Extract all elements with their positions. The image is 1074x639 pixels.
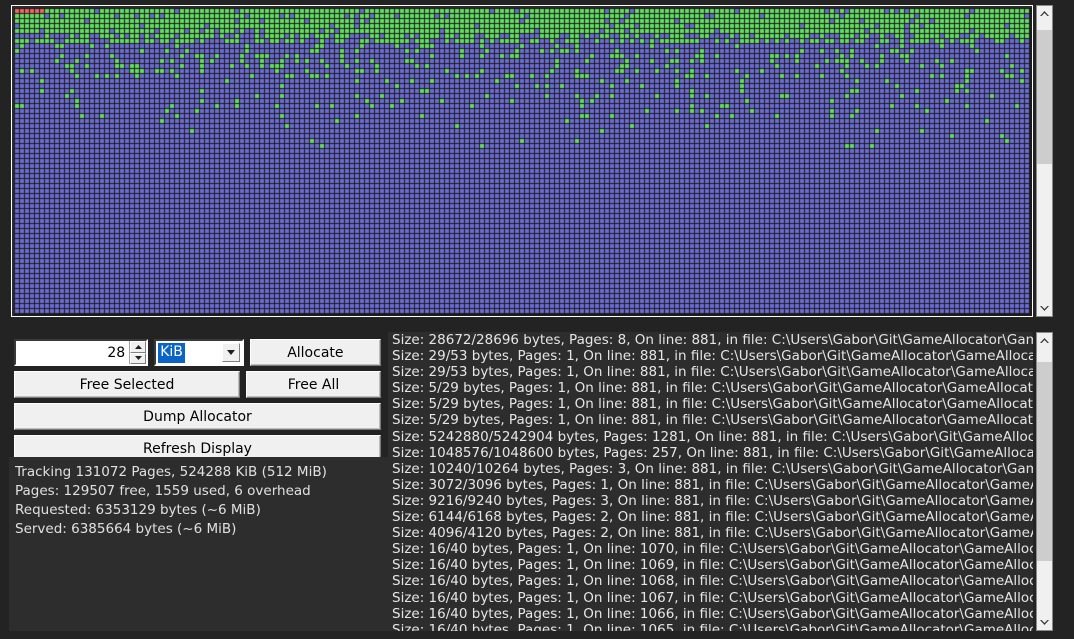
allocation-list-row[interactable]: Size: 29/53 bytes, Pages: 1, On line: 88… — [388, 348, 1033, 364]
free-selected-button[interactable]: Free Selected — [14, 371, 240, 398]
allocation-list-row[interactable]: Size: 6144/6168 bytes, Pages: 2, On line… — [388, 509, 1033, 525]
allocation-list-row[interactable]: Size: 4096/4120 bytes, Pages: 2, On line… — [388, 525, 1033, 541]
stats-requested-line: Requested: 6353129 bytes (~6 MiB) — [15, 502, 261, 518]
allocation-list-row[interactable]: Size: 5/29 bytes, Pages: 1, On line: 881… — [388, 412, 1033, 428]
allocation-list-row[interactable]: Size: 16/40 bytes, Pages: 1, On line: 10… — [388, 590, 1033, 606]
allocation-list-row[interactable]: Size: 16/40 bytes, Pages: 1, On line: 10… — [388, 557, 1033, 573]
allocation-list-row[interactable]: Size: 28672/28696 bytes, Pages: 8, On li… — [388, 332, 1033, 348]
chevron-down-icon[interactable] — [221, 343, 240, 362]
allocation-list-row[interactable]: Size: 5242880/5242904 bytes, Pages: 1281… — [388, 429, 1033, 445]
allocation-list-scroll-thumb[interactable] — [1037, 362, 1052, 561]
memory-map-viewport[interactable] — [14, 8, 1032, 316]
controls-panel: 28 KiB Allocate Free Selected Free All D… — [14, 339, 381, 467]
allocation-list[interactable]: Size: 28672/28696 bytes, Pages: 8, On li… — [388, 332, 1033, 631]
amount-increment-icon[interactable] — [130, 341, 147, 353]
dump-allocator-button[interactable]: Dump Allocator — [14, 403, 381, 430]
allocation-list-row[interactable]: Size: 5/29 bytes, Pages: 1, On line: 881… — [388, 380, 1033, 396]
allocation-list-row[interactable]: Size: 5/29 bytes, Pages: 1, On line: 881… — [388, 396, 1033, 412]
amount-stepper[interactable]: 28 — [14, 339, 149, 366]
free-row: Free Selected Free All — [14, 371, 381, 398]
allocation-list-row[interactable]: Size: 9216/9240 bytes, Pages: 3, On line… — [388, 493, 1033, 509]
stats-served-line: Served: 6385664 bytes (~6 MiB) — [15, 521, 237, 537]
allocation-list-row[interactable]: Size: 16/40 bytes, Pages: 1, On line: 10… — [388, 606, 1033, 622]
dump-row: Dump Allocator — [14, 403, 381, 430]
allocation-list-row[interactable]: Size: 1048576/1048600 bytes, Pages: 257,… — [388, 445, 1033, 461]
allocator-stats-panel: Tracking 131072 Pages, 524288 KiB (512 M… — [9, 457, 390, 631]
stats-pages-line: Pages: 129507 free, 1559 used, 6 overhea… — [15, 483, 311, 499]
app-window: 28 KiB Allocate Free Selected Free All D… — [0, 0, 1074, 639]
memory-map-scrollbar[interactable] — [1036, 5, 1053, 317]
memory-map-panel — [11, 5, 1033, 317]
allocation-list-scrollbar[interactable] — [1036, 332, 1053, 631]
stats-tracking-line: Tracking 131072 Pages, 524288 KiB (512 M… — [15, 464, 327, 480]
allocation-list-row[interactable]: Size: 29/53 bytes, Pages: 1, On line: 88… — [388, 364, 1033, 380]
memory-map-scroll-down-icon[interactable] — [1037, 300, 1052, 316]
allocation-list-row[interactable]: Size: 16/40 bytes, Pages: 1, On line: 10… — [388, 622, 1033, 631]
allocate-button[interactable]: Allocate — [249, 339, 381, 366]
free-all-button[interactable]: Free All — [246, 371, 381, 398]
allocation-list-row[interactable]: Size: 10240/10264 bytes, Pages: 3, On li… — [388, 461, 1033, 477]
allocation-list-row[interactable]: Size: 3072/3096 bytes, Pages: 1, On line… — [388, 477, 1033, 493]
amount-input[interactable]: 28 — [16, 345, 129, 361]
amount-decrement-icon[interactable] — [130, 352, 147, 364]
memory-map-scroll-thumb[interactable] — [1037, 30, 1052, 164]
allocation-list-scroll-down-icon[interactable] — [1037, 614, 1052, 630]
memory-map-canvas[interactable] — [14, 8, 1032, 316]
amount-stepper-buttons[interactable] — [129, 341, 147, 364]
unit-select[interactable]: KiB — [154, 339, 244, 366]
allocate-row: 28 KiB Allocate — [14, 339, 381, 366]
allocation-list-row[interactable]: Size: 16/40 bytes, Pages: 1, On line: 10… — [388, 541, 1033, 557]
unit-select-value[interactable]: KiB — [158, 342, 185, 363]
memory-map-scroll-up-icon[interactable] — [1037, 6, 1052, 22]
allocation-list-row[interactable]: Size: 16/40 bytes, Pages: 1, On line: 10… — [388, 573, 1033, 589]
allocation-list-scroll-up-icon[interactable] — [1037, 333, 1052, 349]
